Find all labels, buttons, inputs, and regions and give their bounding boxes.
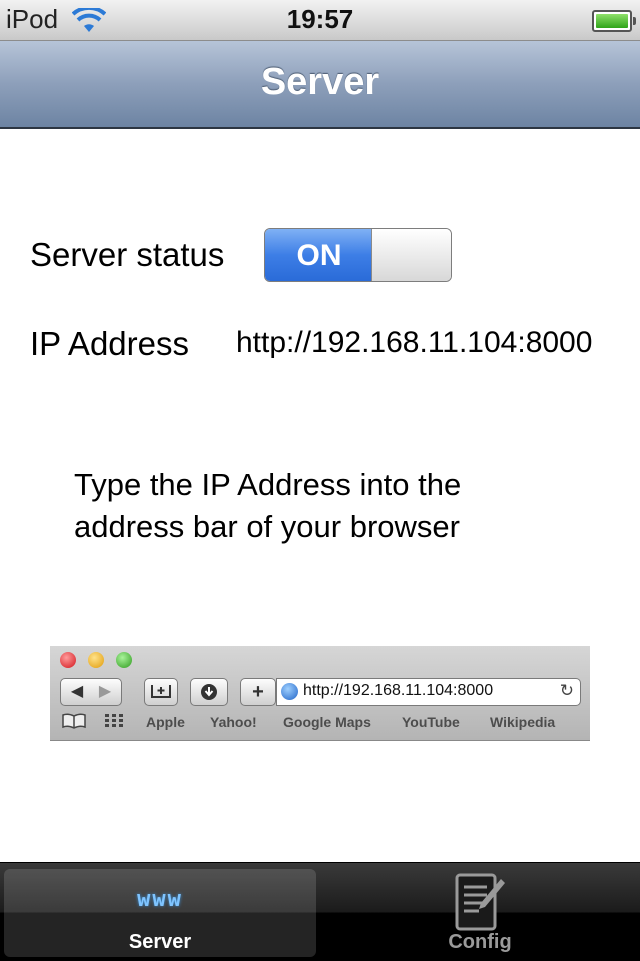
ip-address-value: http://192.168.11.104:8000 xyxy=(236,326,593,359)
tab-server-label: Server xyxy=(128,931,192,953)
reload-icon: ↻ xyxy=(559,681,574,700)
grid-icon xyxy=(104,713,124,734)
book-icon xyxy=(62,713,86,734)
back-arrow-icon: ◀ xyxy=(70,683,84,700)
bookmark-yahoo: Yahoo! xyxy=(210,714,257,730)
tab-config-label: Config xyxy=(448,931,512,953)
navigation-bar: Server xyxy=(0,41,640,129)
browser-illustration: ◀ ▶ + http://192.168.11.104:8000 ↻ Apple… xyxy=(50,646,590,741)
clock: 19:57 xyxy=(286,4,354,34)
status-bar: iPod 19:57 xyxy=(0,0,640,41)
notepad-pencil-icon xyxy=(455,873,505,931)
tab-config[interactable]: Config xyxy=(324,869,636,957)
battery-level-fill xyxy=(596,14,628,28)
add-tab-icon: + xyxy=(240,678,276,706)
back-forward-buttons: ◀ ▶ xyxy=(60,678,122,706)
www-icon: www xyxy=(137,887,183,912)
tab-bar: www Server Config xyxy=(0,862,640,961)
page-title: Server xyxy=(260,61,380,103)
instruction-text: Type the IP Address into the address bar… xyxy=(74,467,462,544)
zoom-light-icon xyxy=(116,652,132,668)
tab-server[interactable]: www Server xyxy=(4,869,316,957)
server-status-toggle[interactable]: ON xyxy=(264,228,452,282)
battery-icon xyxy=(592,10,636,32)
close-light-icon xyxy=(60,652,76,668)
minimize-light-icon xyxy=(88,652,104,668)
bookmark-apple: Apple xyxy=(146,714,185,730)
address-text: http://192.168.11.104:8000 xyxy=(303,682,494,699)
address-bar: http://192.168.11.104:8000 ↻ xyxy=(276,678,581,706)
bookmark-wikipedia: Wikipedia xyxy=(490,714,556,730)
forward-arrow-icon: ▶ xyxy=(98,683,112,700)
ip-address-label: IP Address xyxy=(30,325,189,362)
bookmark-youtube: YouTube xyxy=(402,714,460,730)
toggle-on-label: ON xyxy=(265,229,373,281)
globe-icon xyxy=(281,683,298,700)
download-icon xyxy=(190,678,228,706)
server-status-label: Server status xyxy=(30,236,225,273)
toggle-knob[interactable] xyxy=(371,229,451,281)
bookmark-google-maps: Google Maps xyxy=(283,714,371,730)
add-bookmark-icon xyxy=(144,678,178,706)
